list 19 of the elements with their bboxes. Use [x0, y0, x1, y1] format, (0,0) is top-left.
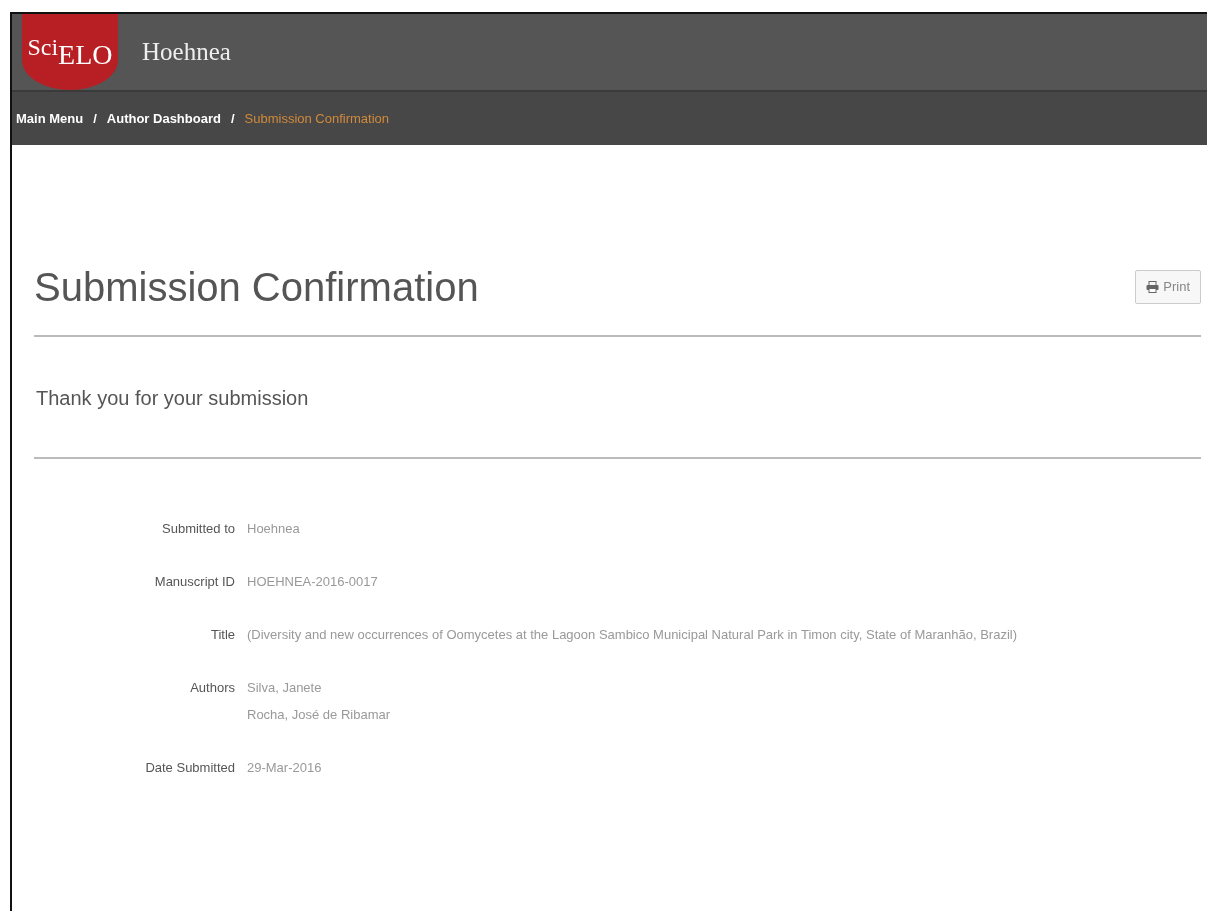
printer-icon: [1146, 281, 1160, 293]
field-label: Date Submitted: [144, 759, 235, 777]
field-value: Hoehnea: [246, 520, 300, 538]
field-label: Title: [209, 626, 235, 644]
page-title: Submission Confirmation: [34, 264, 479, 311]
subtitle: Thank you for your submission: [36, 386, 310, 411]
field-value: Silva, Janete: [246, 679, 323, 697]
field-value: HOEHNEA-2016-0017: [246, 573, 378, 591]
field-value: (Diversity and new occurrences of Oomycetes at the Lagoon Sambico Municipal Natural Park in Timon city, State of Maranhão, Brazil): [246, 626, 1017, 644]
breadcrumb-separator: /: [230, 109, 235, 128]
field-label: Submitted to: [161, 520, 235, 538]
breadcrumb-separator: /: [93, 109, 97, 128]
journal-name: Hoehnea: [142, 37, 231, 68]
field-label: Authors: [189, 679, 235, 697]
field-value: 29-Mar-2016: [246, 759, 322, 777]
field-value: Rocha, José de Ribamar: [246, 706, 391, 724]
field-label: Manuscript ID: [153, 573, 235, 591]
breadcrumb-link[interactable]: Main Menu: [16, 108, 84, 129]
breadcrumb-link[interactable]: Author Dashboard: [106, 108, 221, 129]
